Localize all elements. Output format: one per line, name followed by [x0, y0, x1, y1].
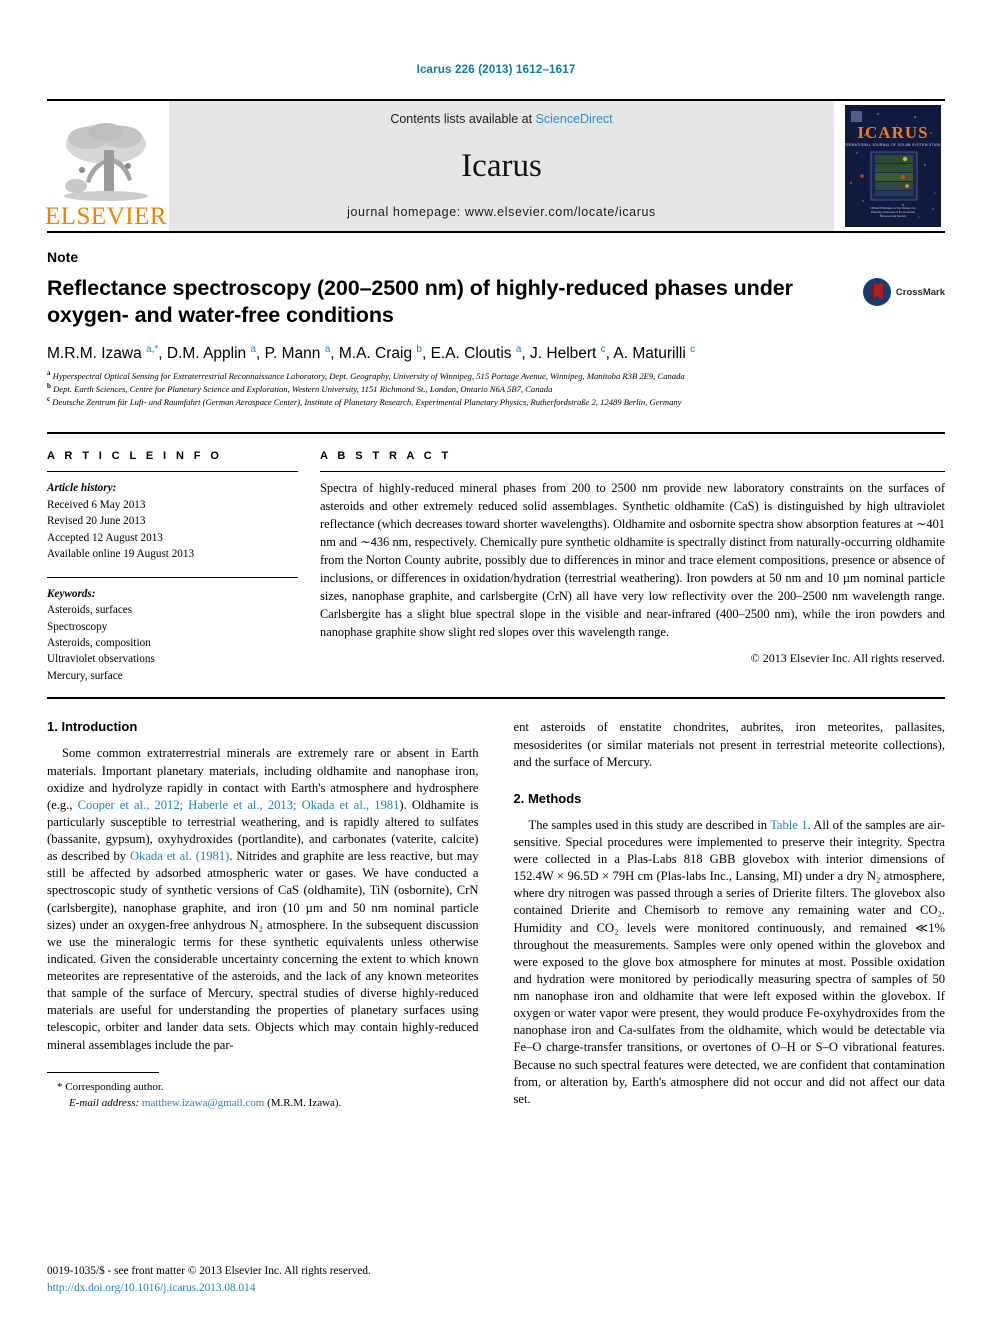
- crossmark-label: CrossMark: [895, 286, 945, 298]
- article-info-column: A R T I C L E I N F O Article history: R…: [47, 450, 320, 684]
- history-item: Revised 20 June 2013: [47, 515, 146, 528]
- article-info-heading: A R T I C L E I N F O: [47, 450, 223, 463]
- affiliation-mark-c: c: [47, 394, 51, 403]
- keyword-item: Mercury, surface: [47, 669, 123, 682]
- info-abstract-block: A R T I C L E I N F O Article history: R…: [47, 432, 945, 684]
- elsevier-tree-icon: [64, 123, 148, 201]
- journal-masthead: ELSEVIER Contents lists available at Sci…: [44, 99, 945, 233]
- affiliation-b-text: Dept. Earth Sciences, Centre for Planeta…: [53, 383, 553, 394]
- affiliation-a: a Hyperspectral Optical Sensing for Extr…: [47, 368, 945, 383]
- corresponding-author-note: * Corresponding author. E-mail address: …: [47, 1079, 479, 1112]
- contents-prefix: Contents lists available at: [390, 112, 536, 126]
- journal-article-page: Icarus 226 (2013) 1612–1617 ELSEVIER Con…: [0, 0, 992, 1323]
- sciencedirect-link[interactable]: ScienceDirect: [536, 112, 613, 126]
- affiliation-list: a Hyperspectral Optical Sensing for Extr…: [47, 368, 945, 409]
- contents-available-line: Contents lists available at ScienceDirec…: [390, 112, 612, 126]
- introduction-continuation: ent asteroids of enstatite chondrites, a…: [513, 720, 946, 769]
- corresponding-marker: *: [57, 1080, 63, 1093]
- divider-abstract-top: [320, 471, 945, 473]
- affiliation-c-text: Deutsche Zentrum für Luft- und Raumfahrt…: [52, 396, 682, 407]
- affiliation-mark-b: b: [47, 381, 51, 390]
- journal-band: Contents lists available at ScienceDirec…: [169, 101, 834, 231]
- crossmark-icon: [862, 278, 891, 306]
- running-head: Icarus 226 (2013) 1612–1617: [416, 64, 576, 76]
- table-1-link[interactable]: Table 1: [770, 818, 807, 832]
- elsevier-wordmark: ELSEVIER: [44, 203, 168, 230]
- journal-title: Icarus: [461, 148, 542, 184]
- abstract-text: Spectra of highly-reduced mineral phases…: [320, 481, 945, 640]
- page-title: Reflectance spectroscopy (200–2500 nm) o…: [47, 276, 793, 328]
- affiliation-b: b Dept. Earth Sciences, Centre for Plane…: [47, 381, 945, 396]
- keyword-item: Ultraviolet observations: [47, 653, 155, 666]
- divider-abstract-bottom: [47, 697, 945, 700]
- footnote-divider: [47, 1071, 159, 1073]
- history-item: Accepted 12 August 2013: [47, 531, 163, 544]
- keyword-item: Asteroids, composition: [47, 637, 151, 650]
- svg-text:ICARUS: ICARUS: [857, 123, 928, 142]
- imprint-block: 0019-1035/$ - see front matter © 2013 El…: [47, 1263, 371, 1297]
- article-history: Article history: Received 6 May 2013 Rev…: [47, 480, 298, 562]
- methods-text-b: . All of the samples are air-sensitive. …: [513, 817, 946, 1106]
- keyword-item: Asteroids, surfaces: [47, 604, 133, 617]
- citation-link-cooper[interactable]: Cooper et al., 2012; Haberle et al., 201…: [78, 798, 400, 812]
- history-item: Received 6 May 2013: [47, 498, 146, 511]
- svg-text:INTERNATIONAL JOURNAL OF SOLAR: INTERNATIONAL JOURNAL OF SOLAR SYSTEM ST…: [845, 143, 941, 147]
- footnote-block: * Corresponding author. E-mail address: …: [47, 1071, 479, 1112]
- svg-text:Astronomical Society: Astronomical Society: [880, 214, 907, 218]
- author-list: M.R.M. Izawa a,*, D.M. Applin a, P. Mann…: [47, 343, 696, 362]
- crossmark-badge[interactable]: CrossMark: [862, 277, 945, 307]
- section-heading-introduction: 1. Introduction: [47, 719, 138, 735]
- methods-text-a: The samples used in this study are descr…: [528, 817, 771, 832]
- abstract-copyright: © 2013 Elsevier Inc. All rights reserved…: [750, 651, 945, 666]
- body-column-left: 1. Introduction Some common extraterrest…: [47, 719, 479, 1111]
- article-history-label: Article history:: [47, 482, 117, 495]
- article-type-label: Note: [47, 249, 79, 265]
- citation-link-okada[interactable]: Okada et al. (1981): [130, 849, 229, 863]
- email-suffix: (M.R.M. Izawa).: [267, 1097, 342, 1110]
- email-line: E-mail address: matthew.izawa@gmail.com …: [57, 1095, 479, 1112]
- affiliation-c: c Deutsche Zentrum für Luft- und Raumfah…: [47, 394, 945, 409]
- email-link[interactable]: matthew.izawa@gmail.com: [142, 1097, 264, 1109]
- journal-cover-thumbnail: ICARUS INTERNATIONAL JOURNAL OF SOLAR SY…: [841, 101, 945, 231]
- email-label: E-mail address:: [69, 1097, 140, 1110]
- corresponding-text: Corresponding author.: [65, 1080, 164, 1093]
- doi-link[interactable]: http://dx.doi.org/10.1016/j.icarus.2013.…: [47, 1280, 371, 1297]
- introduction-paragraph: Some common extraterrestrial minerals ar…: [47, 745, 479, 1053]
- journal-homepage-line[interactable]: journal homepage: www.elsevier.com/locat…: [347, 205, 656, 219]
- abstract-column: A B S T R A C T Spectra of highly-reduce…: [320, 450, 945, 684]
- abstract-heading: A B S T R A C T: [320, 450, 452, 463]
- divider-info-middle: [47, 576, 298, 578]
- affiliation-mark-a: a: [47, 368, 51, 377]
- keywords-label: Keywords:: [47, 587, 96, 600]
- history-item: Available online 19 August 2013: [47, 548, 195, 561]
- icarus-cover-image: ICARUS INTERNATIONAL JOURNAL OF SOLAR SY…: [845, 105, 941, 227]
- section-heading-methods: 2. Methods: [513, 790, 582, 806]
- body-columns: 1. Introduction Some common extraterrest…: [47, 719, 945, 1111]
- keyword-item: Spectroscopy: [47, 620, 108, 633]
- issn-copyright-line: 0019-1035/$ - see front matter © 2013 El…: [47, 1265, 371, 1278]
- methods-paragraph: The samples used in this study are descr…: [514, 817, 946, 1108]
- body-column-right: ent asteroids of enstatite chondrites, a…: [514, 719, 946, 1111]
- title-row: Reflectance spectroscopy (200–2500 nm) o…: [47, 275, 945, 330]
- divider-info-top: [47, 471, 298, 473]
- corresponding-author-line: * Corresponding author.: [57, 1079, 479, 1096]
- affiliation-a-text: Hyperspectral Optical Sensing for Extrat…: [52, 370, 685, 381]
- intro-text-c: . Nitrides and graphite are less reactiv…: [47, 849, 479, 1052]
- elsevier-logo: ELSEVIER: [44, 101, 168, 231]
- keywords-block: Keywords: Asteroids, surfaces Spectrosco…: [47, 586, 298, 685]
